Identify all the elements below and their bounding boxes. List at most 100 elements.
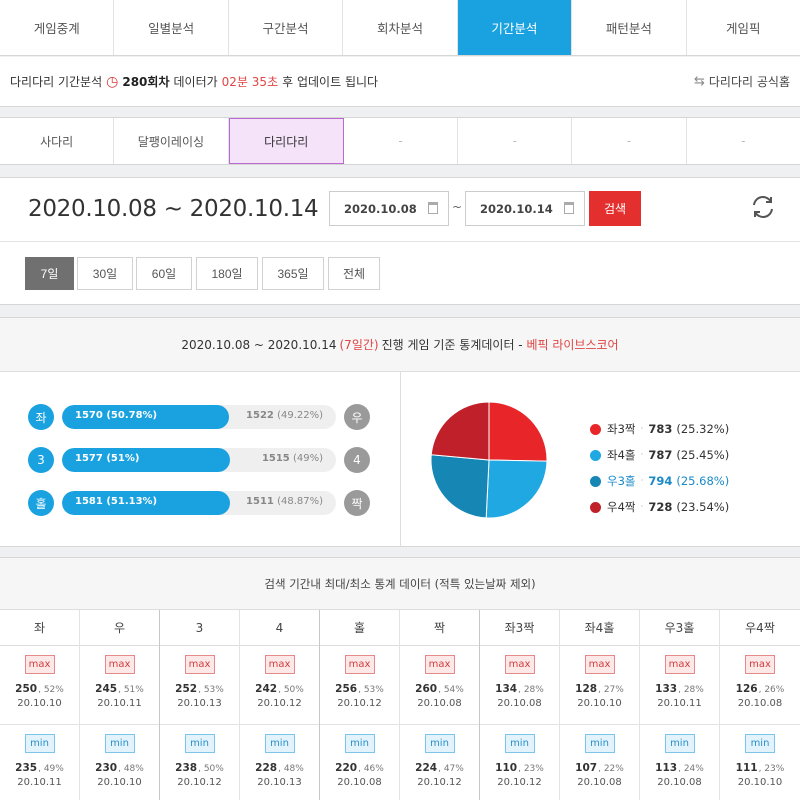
column-header: 좌3짝 <box>480 610 559 646</box>
tab-game-broadcast[interactable]: 게임중계 <box>0 0 115 55</box>
period-stats-panel: 2020.10.08 ~ 2020.10.14 (7일간) 진행 게임 기준 통… <box>0 317 800 547</box>
max-value: 133, 28% <box>655 683 704 695</box>
official-home-label: 다리다리 공식홈 <box>708 75 790 89</box>
extremes-column: 좌 max 250, 52% 20.10.10 min 235, 49% 20.10.11 <box>0 610 80 800</box>
right-label-badge: 4 <box>344 447 370 473</box>
left-label-badge: 홀 <box>28 490 54 516</box>
max-badge: max <box>504 655 535 674</box>
max-date: 20.10.10 <box>577 698 622 709</box>
tab-game-pick[interactable]: 게임픽 <box>687 0 800 55</box>
min-badge: min <box>264 734 295 753</box>
search-button[interactable]: 검색 <box>589 191 641 226</box>
max-value: 134, 28% <box>495 683 544 695</box>
min-cell: min 230, 48% 20.10.10 <box>80 725 159 800</box>
legend-item: 우4짝 · 728 (23.54%) <box>590 494 729 520</box>
subtab-empty: - <box>344 118 459 164</box>
max-date: 20.10.08 <box>497 698 542 709</box>
extremes-column: 우 max 245, 51% 20.10.11 min 230, 48% 20.10.10 <box>80 610 160 800</box>
pie-slice-3 <box>430 454 490 519</box>
countdown-time: 02분 35초 <box>221 75 279 89</box>
extremes-column: 우4짝 max 126, 26% 20.10.08 min 111, 23% 20.10.1… <box>720 610 800 800</box>
min-date: 20.10.10 <box>737 777 783 788</box>
calendar-icon <box>428 202 438 214</box>
info-text-2: 후 업데이트 됩니다 <box>282 75 379 89</box>
clock-icon: ◷ <box>106 73 119 90</box>
ratio-bar-left-right: 좌 1570 (50.78%) 1522 (49.22%) 우 <box>28 404 373 432</box>
ratio-bar-3-4: 3 1577 (51%) 1515 (49%) 4 <box>28 447 373 475</box>
ratio-track: 1577 (51%) 1515 (49%) <box>62 448 336 472</box>
refresh-icon[interactable] <box>750 194 776 225</box>
extremes-title: 검색 기간내 최대/최소 통계 데이터 (적특 있는날짜 제외) <box>0 558 800 610</box>
period-7d-button[interactable]: 7일 <box>25 257 74 290</box>
max-badge: max <box>424 655 455 674</box>
subtab-ladder[interactable]: 사다리 <box>0 118 115 164</box>
min-date: 20.10.13 <box>257 777 302 788</box>
column-header: 짝 <box>400 610 479 646</box>
tab-pattern-analysis[interactable]: 패턴분석 <box>572 0 687 55</box>
legend-label: 우3홀 <box>607 474 636 488</box>
extremes-column: 3 max 252, 53% 20.10.13 min 238, 50% 20.10.12 <box>160 610 240 800</box>
min-badge: min <box>664 734 695 753</box>
extremes-column: 홀 max 256, 53% 20.10.12 min 220, 46% 20.10.08 <box>320 610 400 800</box>
max-date: 20.10.08 <box>417 698 462 709</box>
period-60d-button[interactable]: 60일 <box>136 257 192 290</box>
max-badge: max <box>184 655 215 674</box>
ratio-track: 1570 (50.78%) 1522 (49.22%) <box>62 405 336 429</box>
game-sub-tabs: 사다리 달팽이레이싱 다리다리 - - - - <box>0 117 800 165</box>
pie-slice-4 <box>430 401 490 461</box>
max-value: 242, 50% <box>255 683 304 695</box>
subtab-snail-racing[interactable]: 달팽이레이싱 <box>114 118 229 164</box>
ratio-bar-odd-even: 홀 1581 (51.13%) 1511 (48.87%) 짝 <box>28 490 373 518</box>
stats-days: (7일간) <box>339 338 379 352</box>
period-180d-button[interactable]: 180일 <box>196 257 258 290</box>
min-badge: min <box>344 734 375 753</box>
pie-legend: 좌3짝 · 783 (25.32%) 좌4홀 · 787 (25.45%) 우3… <box>590 416 729 520</box>
max-cell: max 252, 53% 20.10.13 <box>160 646 239 725</box>
column-header: 우4짝 <box>720 610 800 646</box>
date-range-panel: 2020.10.08 ~ 2020.10.14 2020.10.08 ~ 202… <box>0 177 800 305</box>
extremes-column: 4 max 242, 50% 20.10.12 min 228, 48% 20.10.13 <box>240 610 320 800</box>
max-date: 20.10.13 <box>177 698 222 709</box>
max-value: 256, 53% <box>335 683 384 695</box>
link-icon: ⇆ <box>693 74 705 89</box>
subtab-daridari[interactable]: 다리다리 <box>228 118 344 164</box>
max-date: 20.10.08 <box>737 698 783 709</box>
start-date-input[interactable]: 2020.10.08 <box>329 191 449 226</box>
selected-range-title: 2020.10.08 ~ 2020.10.14 <box>28 196 319 222</box>
info-text-1: 데이터가 <box>173 75 218 89</box>
tab-round-analysis[interactable]: 회차분석 <box>343 0 458 55</box>
min-badge: min <box>745 734 775 753</box>
stats-desc: 진행 게임 기준 통계데이터 - <box>381 338 523 352</box>
legend-value: 794 <box>648 474 673 488</box>
stats-source: 베픽 라이브스코어 <box>526 338 619 352</box>
legend-value: 783 <box>648 422 673 436</box>
max-cell: max 133, 28% 20.10.11 <box>640 646 719 725</box>
pie-slice-1 <box>488 401 548 462</box>
max-cell: max 242, 50% 20.10.12 <box>240 646 319 725</box>
max-date: 20.10.11 <box>657 698 702 709</box>
official-home-link[interactable]: ⇆ 다리다리 공식홈 <box>694 73 790 90</box>
min-value: 224, 47% <box>415 762 464 774</box>
tab-daily-analysis[interactable]: 일별분석 <box>114 0 229 55</box>
period-365d-button[interactable]: 365일 <box>262 257 324 290</box>
legend-separator: · <box>640 424 644 434</box>
stats-header: 2020.10.08 ~ 2020.10.14 (7일간) 진행 게임 기준 통… <box>0 318 800 372</box>
legend-dot <box>590 475 601 487</box>
period-all-button[interactable]: 전체 <box>328 257 380 290</box>
period-30d-button[interactable]: 30일 <box>77 257 133 290</box>
min-date: 20.10.12 <box>417 777 462 788</box>
max-badge: max <box>24 655 55 674</box>
tab-period-analysis[interactable]: 기간분석 <box>457 0 573 55</box>
min-value: 107, 22% <box>575 762 624 774</box>
max-cell: max 134, 28% 20.10.08 <box>480 646 559 725</box>
column-header: 우 <box>80 610 159 646</box>
min-value: 220, 46% <box>335 762 384 774</box>
tab-section-analysis[interactable]: 구간분석 <box>229 0 344 55</box>
end-date-input[interactable]: 2020.10.14 <box>465 191 585 226</box>
min-date: 20.10.10 <box>97 777 142 788</box>
min-badge: min <box>584 734 615 753</box>
min-value: 235, 49% <box>15 762 64 774</box>
right-value: 1511 (48.87%) <box>246 496 323 507</box>
min-date: 20.10.08 <box>337 777 382 788</box>
legend-dot <box>590 449 601 461</box>
